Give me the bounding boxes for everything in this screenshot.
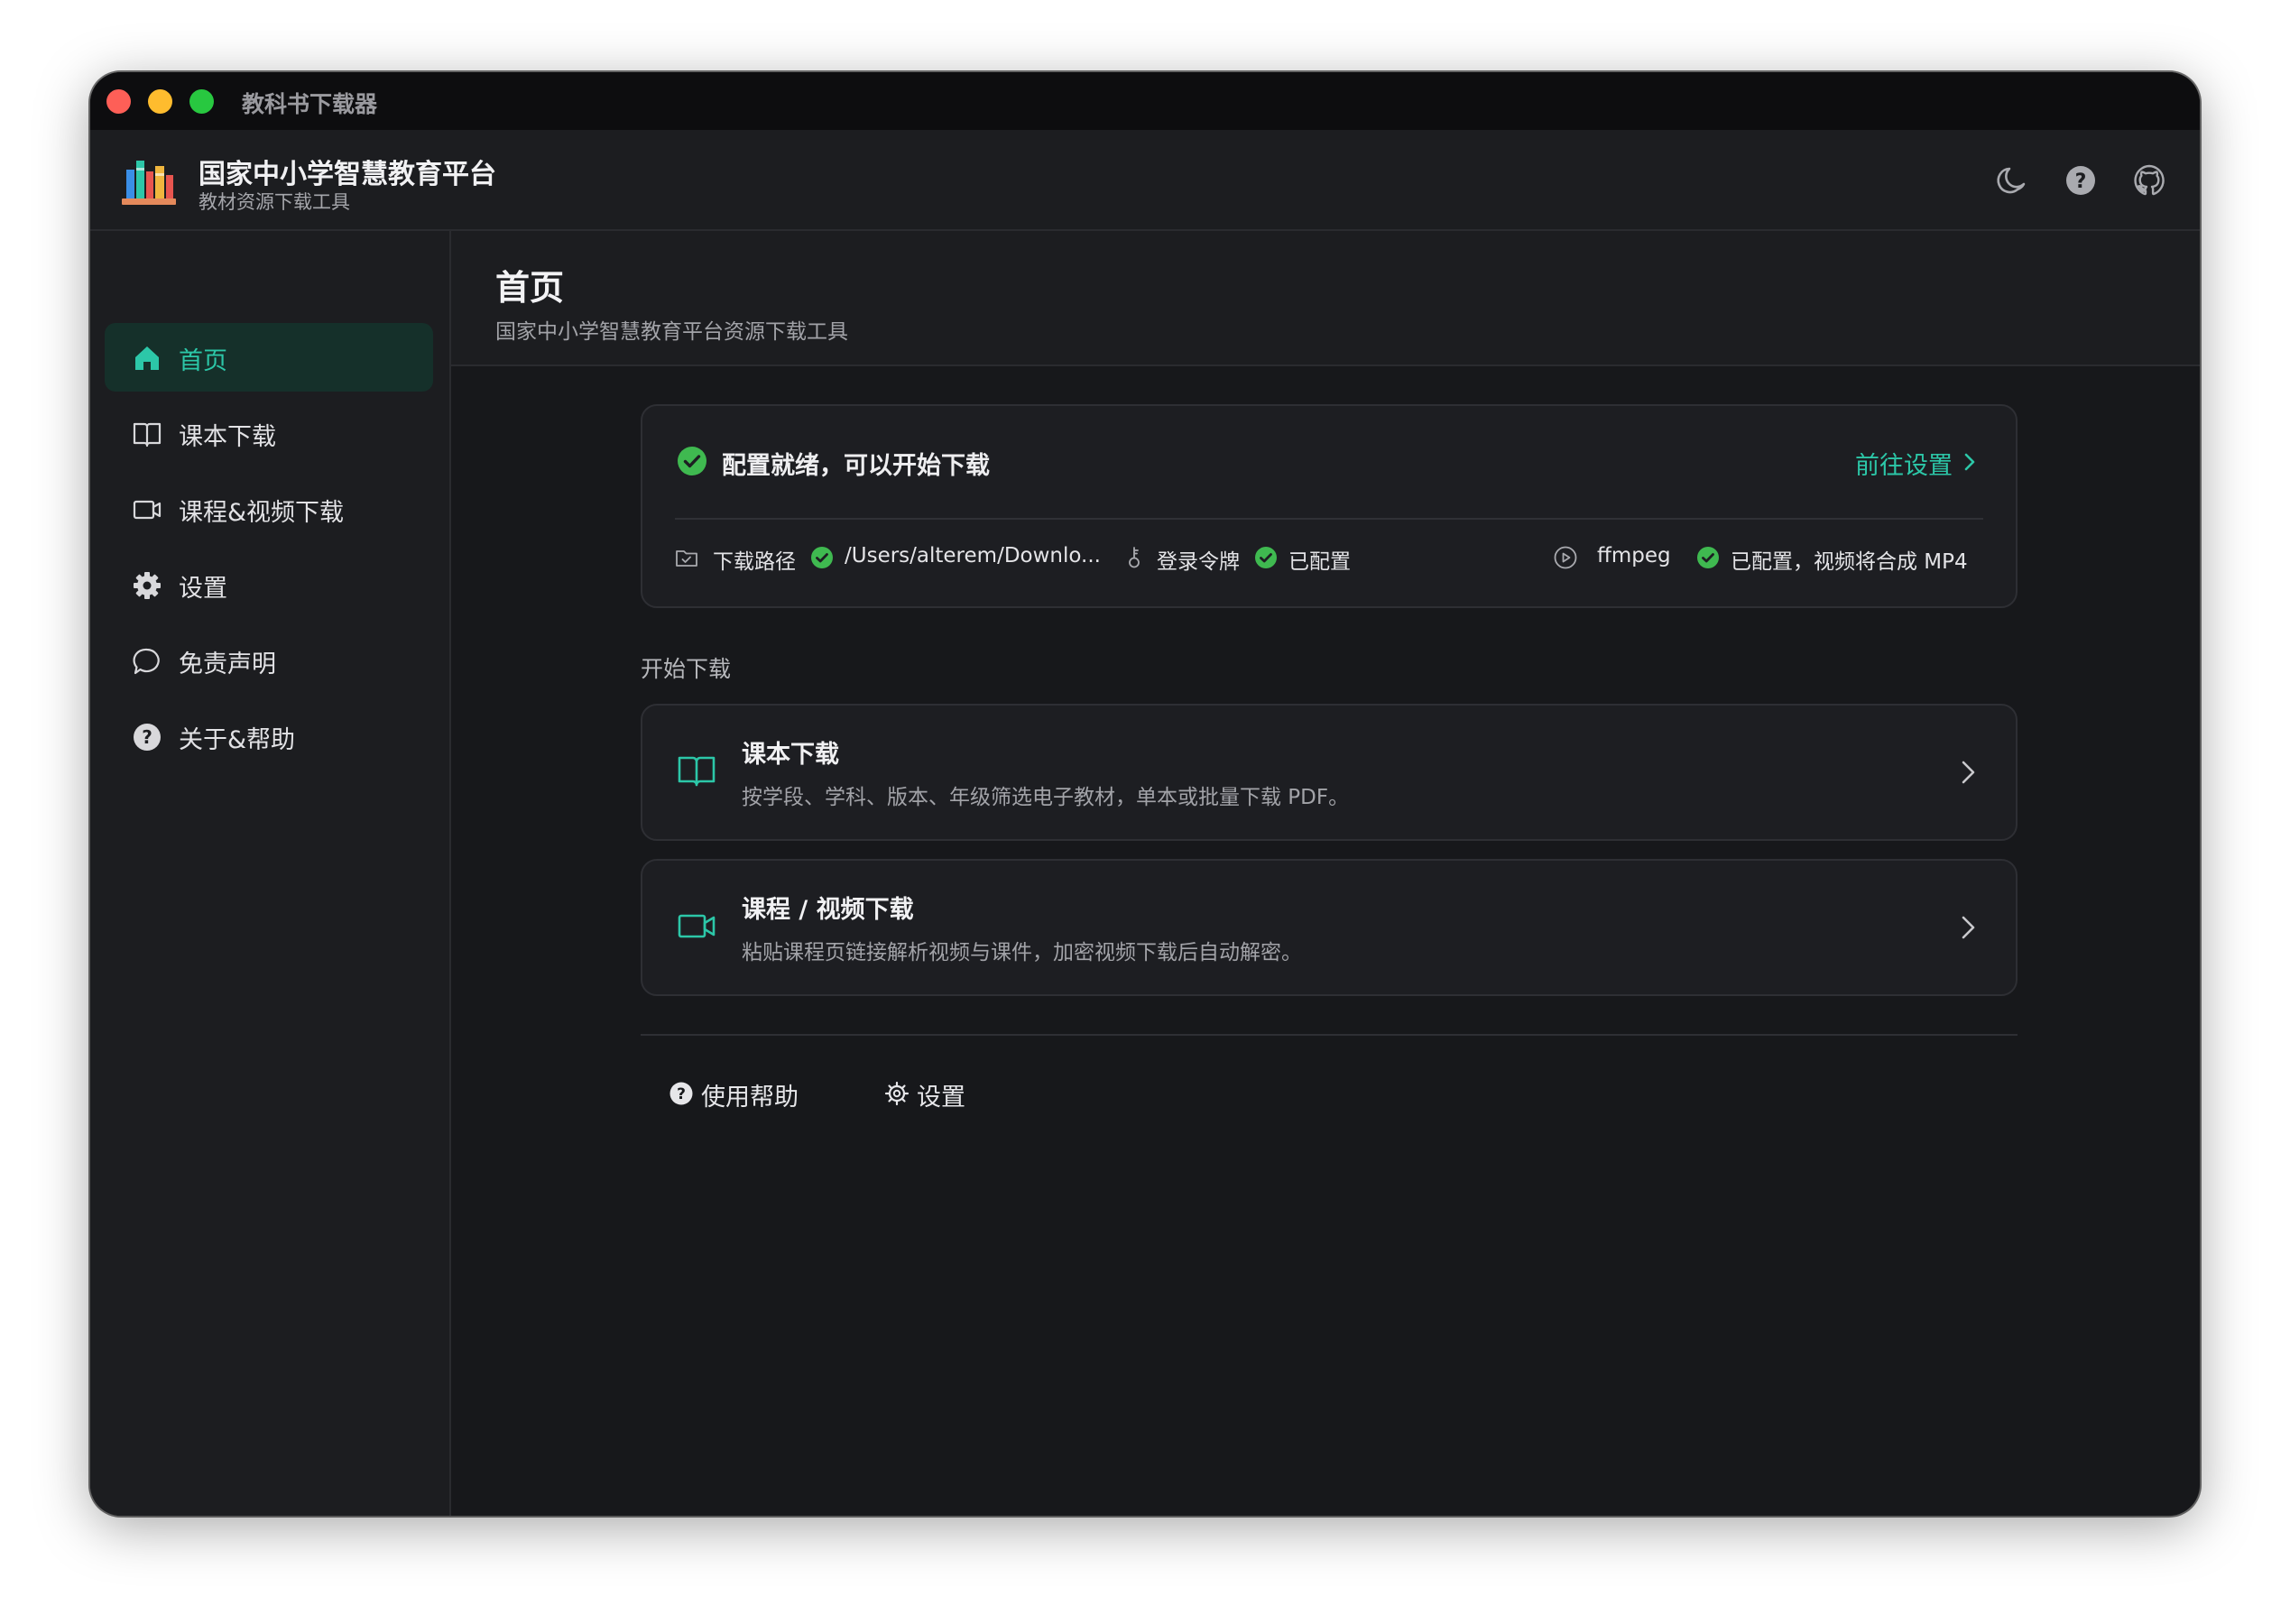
zoom-window-button[interactable]	[189, 89, 214, 114]
gear-icon	[134, 572, 161, 599]
help-icon[interactable]: ?	[2063, 162, 2099, 198]
download-path-value: /Users/alterem/Downlo...	[845, 544, 1101, 567]
sidebar-item-disclaimer[interactable]: 免责声明	[105, 626, 433, 695]
check-circle-icon	[1255, 547, 1277, 568]
sidebar-item-label: 设置	[179, 575, 227, 603]
check-circle-icon	[811, 547, 833, 568]
card-title: 课本下载	[742, 741, 839, 769]
goto-settings-link[interactable]: 前往设置	[1855, 446, 1953, 481]
chevron-right-icon	[1962, 916, 1975, 939]
video-icon	[133, 500, 162, 520]
login-token-value: 已配置	[1288, 550, 1351, 574]
sidebar-item-label: 免责声明	[179, 651, 276, 678]
chevron-right-icon	[1962, 761, 1975, 784]
sidebar-item-course-video-download[interactable]: 课程&视频下载	[105, 475, 433, 543]
download-path-label: 下载路径	[713, 550, 796, 574]
login-token-label: 登录令牌	[1157, 550, 1240, 574]
config-status-card: 配置就绪，可以开始下载 前往设置 下载路径 /Users/alterem/Dow…	[641, 404, 2018, 608]
folder-check-icon	[676, 550, 697, 567]
home-icon	[135, 346, 159, 370]
page-title: 首页	[495, 268, 565, 308]
play-circle-icon	[1554, 546, 1577, 569]
book-icon	[133, 422, 162, 448]
app-name: 国家中小学智慧教育平台	[199, 159, 496, 190]
svg-text:?: ?	[142, 726, 152, 748]
title-bar: 教科书下载器	[90, 72, 2200, 130]
sidebar: 首页 课本下载 课程&视频下载 设置 免责声明 ? 关于&帮助	[90, 231, 451, 1516]
svg-text:?: ?	[2075, 171, 2087, 193]
footer-settings-label: 设置	[917, 1084, 965, 1112]
chevron-right-icon[interactable]	[1960, 451, 1980, 473]
app-header: 国家中小学智慧教育平台 教材资源下载工具 ?	[90, 130, 2200, 231]
github-icon[interactable]	[2131, 162, 2167, 198]
minimize-window-button[interactable]	[148, 89, 172, 114]
textbook-download-card[interactable]: 课本下载 按学段、学科、版本、年级筛选电子教材，单本或批量下载 PDF。	[641, 704, 2018, 841]
help-circle-icon: ?	[134, 724, 161, 751]
sidebar-item-settings[interactable]: 设置	[105, 550, 433, 619]
check-circle-icon	[1697, 547, 1719, 568]
check-circle-icon	[678, 447, 706, 475]
ffmpeg-label: ffmpeg	[1597, 544, 1671, 567]
sidebar-item-about-help[interactable]: ? 关于&帮助	[105, 702, 433, 770]
books-logo-icon	[122, 161, 176, 205]
help-circle-icon: ?	[669, 1082, 693, 1105]
close-window-button[interactable]	[106, 89, 131, 114]
app-subtitle: 教材资源下载工具	[199, 191, 350, 213]
card-description: 粘贴课程页链接解析视频与课件，加密视频下载后自动解密。	[742, 941, 1302, 964]
usage-help-link[interactable]: ? 使用帮助	[669, 1075, 813, 1112]
ffmpeg-value: 已配置，视频将合成 MP4	[1731, 550, 1968, 574]
window-title: 教科书下载器	[242, 91, 378, 117]
svg-text:?: ?	[677, 1085, 686, 1103]
sidebar-item-label: 课本下载	[179, 423, 276, 451]
app-window: 教科书下载器 国家中小学智慧教育平台 教材资源下载工具 ? 首页 课本下载 课程…	[90, 72, 2200, 1516]
divider	[641, 1034, 2018, 1036]
status-headline: 配置就绪，可以开始下载	[722, 452, 990, 480]
sidebar-item-textbook-download[interactable]: 课本下载	[105, 399, 433, 467]
gear-outline-icon	[884, 1081, 910, 1106]
page-header: 首页 国家中小学智慧教育平台资源下载工具	[451, 231, 2200, 366]
usage-help-label: 使用帮助	[701, 1084, 799, 1112]
moon-icon[interactable]	[1994, 162, 2030, 198]
page-subtitle: 国家中小学智慧教育平台资源下载工具	[495, 320, 848, 344]
section-label-start-download: 开始下载	[641, 656, 732, 682]
sidebar-item-label: 课程&视频下载	[179, 499, 345, 527]
footer-settings-link[interactable]: 设置	[884, 1075, 983, 1112]
sidebar-item-home[interactable]: 首页	[105, 323, 433, 392]
card-title: 课程 / 视频下载	[742, 896, 914, 924]
video-icon	[678, 914, 716, 938]
sidebar-item-label: 首页	[179, 347, 227, 375]
sidebar-item-label: 关于&帮助	[179, 726, 296, 754]
key-icon	[1129, 547, 1140, 568]
chat-bubble-icon	[133, 648, 160, 675]
card-description: 按学段、学科、版本、年级筛选电子教材，单本或批量下载 PDF。	[742, 786, 1350, 809]
book-icon	[678, 756, 716, 787]
divider	[675, 518, 1983, 520]
course-video-download-card[interactable]: 课程 / 视频下载 粘贴课程页链接解析视频与课件，加密视频下载后自动解密。	[641, 859, 2018, 996]
